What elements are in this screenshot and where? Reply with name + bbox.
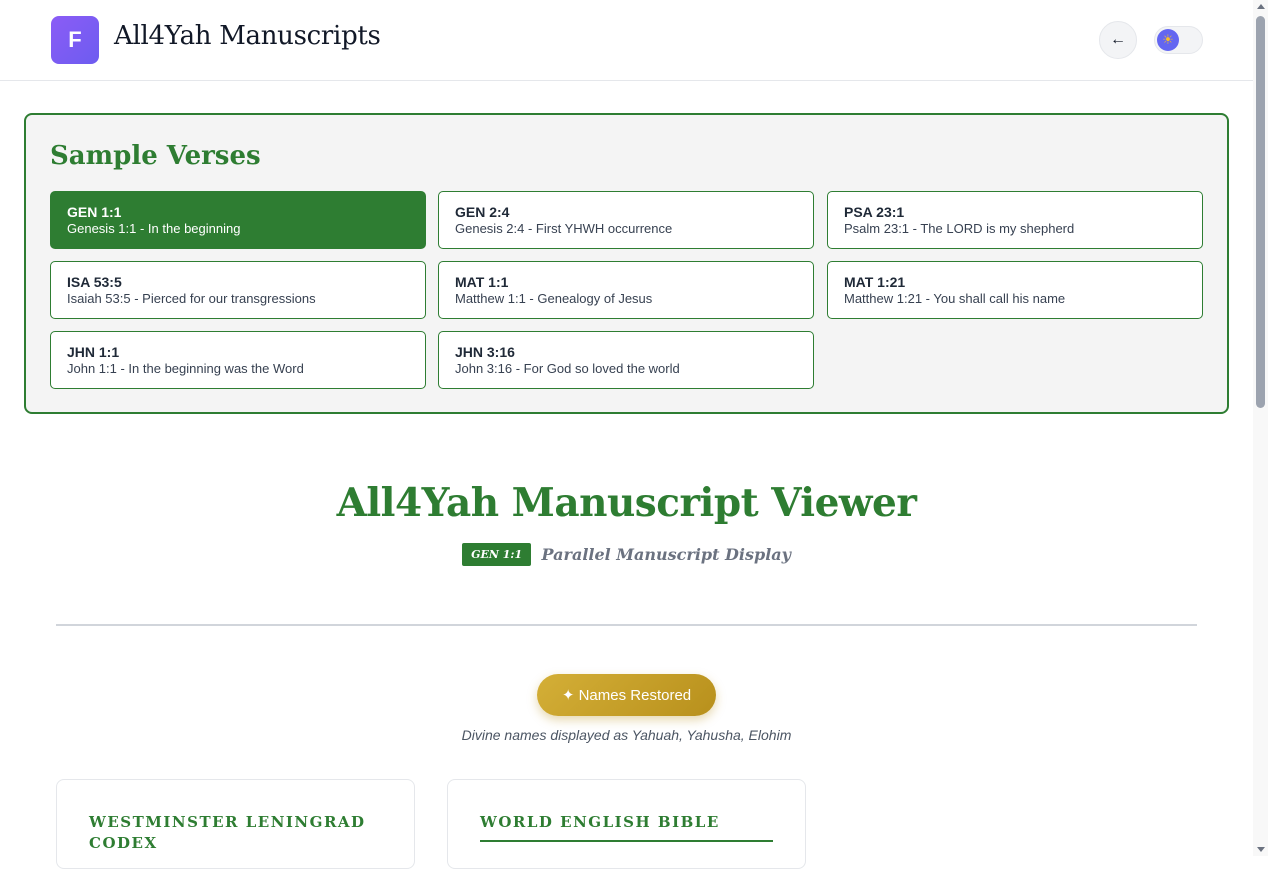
scroll-up-arrow-icon[interactable] — [1257, 4, 1265, 9]
verse-ref: JHN 1:1 — [67, 344, 120, 360]
verse-description: John 1:1 - In the beginning was the Word — [67, 361, 304, 376]
viewer-title: All4Yah Manuscript Viewer — [336, 480, 917, 526]
verse-button-gen-2-4[interactable]: GEN 2:4 Genesis 2:4 - First YHWH occurre… — [438, 191, 814, 249]
verse-button-gen-1-1[interactable]: GEN 1:1 Genesis 1:1 - In the beginning — [50, 191, 426, 249]
page-scrollbar[interactable] — [1253, 0, 1268, 856]
verse-ref: MAT 1:21 — [844, 274, 906, 290]
sun-icon: ☀ — [1157, 29, 1179, 51]
verse-description: Psalm 23:1 - The LORD is my shepherd — [844, 221, 1075, 236]
verse-button-psa-23-1[interactable]: PSA 23:1 Psalm 23:1 - The LORD is my she… — [827, 191, 1203, 249]
verse-button-isa-53-5[interactable]: ISA 53:5 Isaiah 53:5 - Pierced for our t… — [50, 261, 426, 319]
verse-description: John 3:16 - For God so loved the world — [455, 361, 680, 376]
verse-ref: PSA 23:1 — [844, 204, 905, 220]
theme-toggle[interactable]: ☀ — [1154, 26, 1203, 54]
verse-description: Genesis 1:1 - In the beginning — [67, 221, 241, 236]
names-note: Divine names displayed as Yahuah, Yahush… — [461, 727, 792, 743]
subtitle-text: Parallel Manuscript Display — [541, 545, 791, 564]
verse-ref: GEN 2:4 — [455, 204, 510, 220]
viewer-subtitle: GEN 1:1 Parallel Manuscript Display — [0, 543, 1253, 566]
verse-description: Matthew 1:21 - You shall call his name — [844, 291, 1066, 306]
manuscript-title-underline — [480, 840, 773, 842]
reference-badge: GEN 1:1 — [462, 543, 532, 566]
manuscript-title: WORLD ENGLISH BIBLE — [480, 813, 720, 831]
app-header: F All4Yah Manuscripts ← ☀ — [0, 0, 1253, 81]
verse-ref: JHN 3:16 — [455, 344, 515, 360]
verse-button-jhn-1-1[interactable]: JHN 1:1 John 1:1 - In the beginning was … — [50, 331, 426, 389]
back-button[interactable]: ← — [1099, 21, 1137, 59]
verse-button-mat-1-1[interactable]: MAT 1:1 Matthew 1:1 - Genealogy of Jesus — [438, 261, 814, 319]
sample-verses-title: Sample Verses — [50, 141, 261, 171]
verse-description: Genesis 2:4 - First YHWH occurrence — [455, 221, 673, 236]
verse-button-jhn-3-16[interactable]: JHN 3:16 John 3:16 - For God so loved th… — [438, 331, 814, 389]
scroll-down-arrow-icon[interactable] — [1257, 847, 1265, 852]
verse-ref: ISA 53:5 — [67, 274, 122, 290]
section-divider — [56, 624, 1197, 626]
scrollbar-thumb[interactable] — [1256, 16, 1265, 408]
verse-ref: MAT 1:1 — [455, 274, 509, 290]
verse-description: Isaiah 53:5 - Pierced for our transgress… — [67, 291, 316, 306]
manuscript-title: WESTMINSTER LENINGRAD CODEX — [89, 813, 366, 852]
verse-button-mat-1-21[interactable]: MAT 1:21 Matthew 1:21 - You shall call h… — [827, 261, 1203, 319]
sample-verses-panel: Sample Verses GEN 1:1 Genesis 1:1 - In t… — [24, 113, 1229, 414]
names-restored-button[interactable]: ✦ Names Restored — [537, 674, 716, 716]
app-logo[interactable]: F — [51, 16, 99, 64]
app-title: All4Yah Manuscripts — [114, 21, 381, 51]
verse-ref: GEN 1:1 — [67, 204, 122, 220]
verse-description: Matthew 1:1 - Genealogy of Jesus — [455, 291, 653, 306]
